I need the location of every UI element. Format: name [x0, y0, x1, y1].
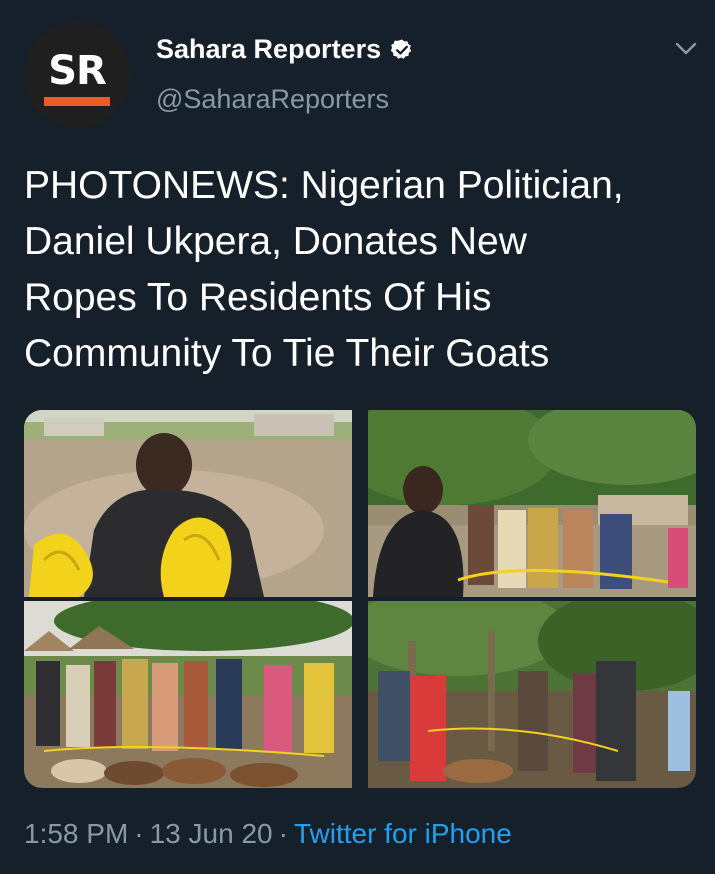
author-name-row[interactable]: Sahara Reporters [156, 34, 414, 65]
tweet-date[interactable]: 13 Jun 20 [150, 818, 273, 849]
photo-man-with-yellow-ropes[interactable] [24, 410, 352, 597]
meta-separator: · [134, 818, 144, 849]
photo-ropes-tied-to-goats[interactable] [368, 601, 696, 788]
verified-badge-icon [390, 38, 414, 62]
tweet-source-link[interactable]: Twitter for iPhone [294, 818, 512, 849]
avatar-logo-bar [44, 96, 110, 106]
photo-group-under-tree[interactable] [368, 410, 696, 597]
avatar-logo-text: SR [48, 47, 107, 94]
chevron-down-icon[interactable] [674, 40, 698, 58]
meta-separator: · [278, 818, 288, 849]
media-grid [24, 410, 696, 788]
photo-villagers-with-goats[interactable] [24, 601, 352, 788]
user-handle[interactable]: @SaharaReporters [156, 84, 389, 115]
avatar[interactable]: SR [24, 22, 130, 128]
tweet-meta: 1:58 PM · 13 Jun 20 · Twitter for iPhone [24, 818, 512, 850]
tweet-text: PHOTONEWS: Nigerian Politician, Daniel U… [24, 164, 624, 375]
display-name[interactable]: Sahara Reporters [156, 34, 381, 65]
tweet-time[interactable]: 1:58 PM [24, 818, 128, 849]
